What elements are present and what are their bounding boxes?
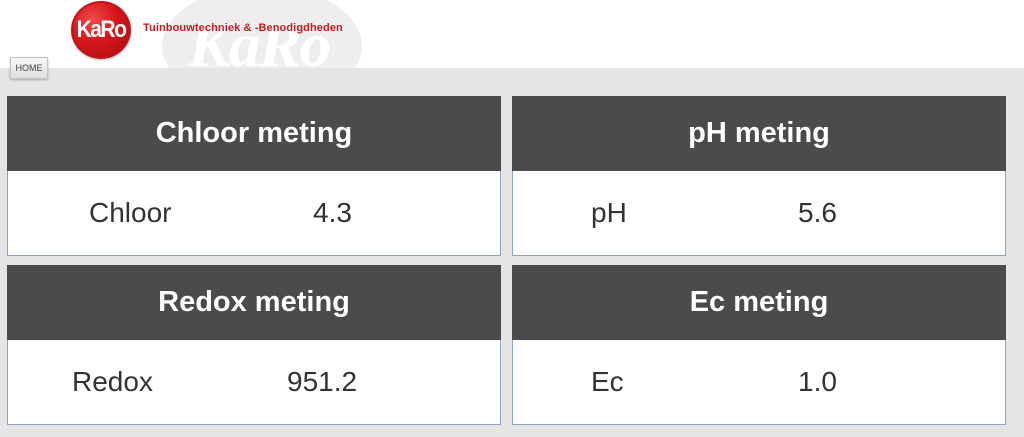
panel-body: Ec 1.0	[512, 340, 1006, 425]
measurement-label: pH	[591, 197, 627, 228]
measurement-label: Chloor	[89, 197, 172, 228]
measurement-value: 951.2	[287, 366, 358, 397]
company-tagline: Tuinbouwtechniek & -Benodigdheden	[143, 22, 343, 34]
ph-panel: pH meting pH 5.6	[512, 96, 1006, 256]
ec-panel: Ec meting Ec 1.0	[512, 265, 1006, 425]
measurement-label: Redox	[72, 366, 153, 397]
panel-body: Chloor 4.3	[7, 171, 501, 256]
measurement-label: Ec	[591, 366, 624, 397]
panel-title: Chloor meting	[7, 96, 501, 171]
logo-watermark-text: KaRo	[188, 9, 331, 68]
measurement-value: 4.3	[313, 197, 352, 228]
panel-title: Redox meting	[7, 265, 501, 340]
home-button[interactable]: HOME	[10, 57, 48, 79]
redox-panel: Redox meting Redox 951.2	[7, 265, 501, 425]
measurement-value: 1.0	[798, 366, 837, 397]
chloor-panel: Chloor meting Chloor 4.3	[7, 96, 501, 256]
panel-title: pH meting	[512, 96, 1006, 171]
karo-logo[interactable]: KaRo	[71, 1, 131, 59]
panel-body: pH 5.6	[512, 171, 1006, 256]
site-header: KaRo KaRo Tuinbouwtechniek & -Benodigdhe…	[0, 0, 1024, 68]
panel-title: Ec meting	[512, 265, 1006, 340]
panel-body: Redox 951.2	[7, 340, 501, 425]
measurement-value: 5.6	[798, 197, 837, 228]
logo-text: KaRo	[76, 16, 127, 43]
